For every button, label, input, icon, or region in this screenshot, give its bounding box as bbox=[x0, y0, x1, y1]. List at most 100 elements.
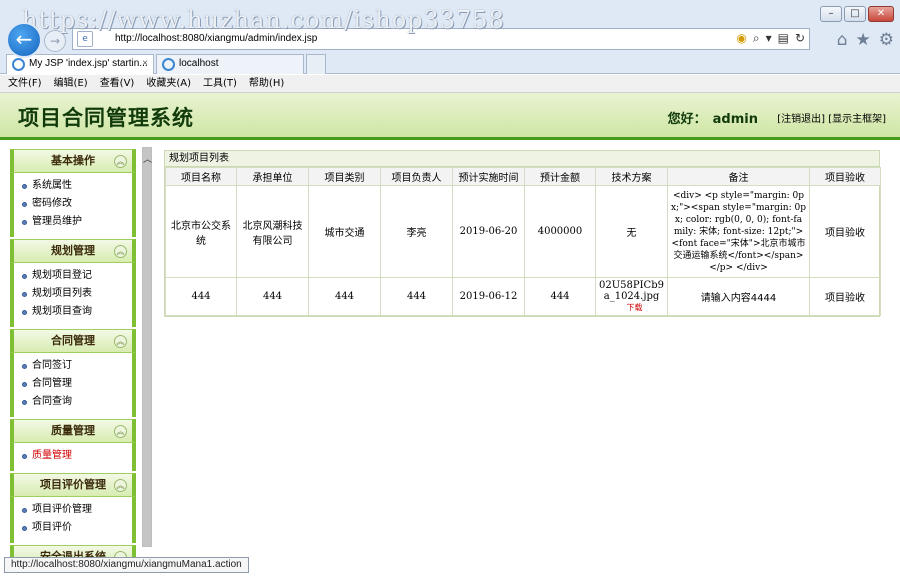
bullet-icon bbox=[22, 507, 27, 513]
bullet-icon bbox=[22, 201, 27, 207]
sidebar-item-label: 质量管理 bbox=[32, 450, 72, 461]
column-header: 项目类别 bbox=[308, 167, 381, 186]
sidebar-item-contract-query[interactable]: 合同查询 bbox=[22, 393, 132, 411]
window-controls: – □ ✕ bbox=[820, 6, 894, 22]
section-planning[interactable]: 规划管理 ︽ bbox=[10, 239, 136, 263]
sidebar: 基本操作 ︽ 系统属性 密码修改 管理员维护 规划管理 ︽ 规划项目登记 规划项… bbox=[10, 147, 136, 557]
back-arrow-icon[interactable]: ← bbox=[6, 22, 42, 58]
cell-unit: 北京风潮科技有限公司 bbox=[236, 185, 309, 278]
section-basic-ops[interactable]: 基本操作 ︽ bbox=[10, 149, 136, 173]
cell-amount: 4000000 bbox=[524, 185, 596, 278]
sidebar-item-system-props[interactable]: 系统属性 bbox=[22, 177, 132, 195]
ie-icon bbox=[162, 58, 175, 71]
tab-label: My JSP 'index.jsp' startin... bbox=[29, 58, 148, 69]
app-header: 项目合同管理系统 您好： admin [注销退出] [显示主框架] bbox=[0, 93, 900, 140]
sidebar-item-quality-manage[interactable]: 质量管理 bbox=[22, 447, 132, 465]
favorites-star-icon[interactable]: ★ bbox=[856, 30, 871, 50]
show-main-frame-link[interactable]: [显示主框架] bbox=[828, 114, 886, 125]
sidebar-item-label: 项目评价管理 bbox=[32, 504, 92, 515]
ie-icon bbox=[12, 58, 25, 71]
new-tab-button[interactable] bbox=[306, 54, 326, 74]
sidebar-item-label: 项目评价 bbox=[32, 522, 72, 533]
bullet-icon bbox=[22, 219, 27, 225]
sidebar-item-contract-sign[interactable]: 合同签订 bbox=[22, 357, 132, 375]
sidebar-item-label: 合同签订 bbox=[32, 360, 72, 371]
bullet-icon bbox=[22, 309, 27, 315]
section-contract[interactable]: 合同管理 ︽ bbox=[10, 329, 136, 353]
cell-leader: 李亮 bbox=[380, 185, 453, 278]
table-row: 北京市公交系统 北京风潮科技有限公司 城市交通 李亮 2019-06-20 40… bbox=[165, 185, 881, 278]
section-planning-body: 规划项目登记 规划项目列表 规划项目查询 bbox=[10, 263, 136, 327]
section-quality-body: 质量管理 bbox=[10, 443, 136, 471]
document-icon[interactable]: ▤ bbox=[778, 31, 789, 46]
column-header: 技术方案 bbox=[595, 167, 668, 186]
sidebar-item-label: 密码修改 bbox=[32, 198, 72, 209]
section-logout[interactable]: 安全退出系统 ︽ bbox=[10, 545, 136, 557]
search-icon[interactable]: ⌕ bbox=[753, 31, 760, 46]
menu-favorites[interactable]: 收藏夹(A) bbox=[146, 75, 191, 92]
address-url[interactable]: http://localhost:8080/xiangmu/admin/inde… bbox=[115, 33, 317, 44]
logout-link[interactable]: [注销退出] bbox=[777, 114, 825, 125]
collapse-icon[interactable]: ︽ bbox=[114, 155, 127, 168]
bullet-icon bbox=[22, 525, 27, 531]
sidebar-item-password[interactable]: 密码修改 bbox=[22, 195, 132, 213]
sidebar-item-label: 系统属性 bbox=[32, 180, 72, 191]
tab-label: localhost bbox=[179, 58, 219, 69]
status-bar-url: http://localhost:8080/xiangmu/xiangmuMan… bbox=[4, 557, 249, 573]
sidebar-item-plan-query[interactable]: 规划项目查询 bbox=[22, 303, 132, 321]
app-title: 项目合同管理系统 bbox=[18, 105, 194, 130]
column-header: 预计金额 bbox=[524, 167, 596, 186]
collapse-icon[interactable]: ︽ bbox=[114, 479, 127, 492]
cell-date: 2019-06-20 bbox=[452, 185, 525, 278]
cell-remark: <div> <p style="margin: 0px;"><span styl… bbox=[667, 185, 810, 278]
cell-amount: 444 bbox=[524, 277, 596, 316]
menu-edit[interactable]: 编辑(E) bbox=[54, 75, 88, 92]
accept-link[interactable]: 项目验收 bbox=[809, 185, 881, 278]
section-evaluation[interactable]: 项目评价管理 ︽ bbox=[10, 473, 136, 497]
tech-file-name: 02U58PICb9a_1024.jpg bbox=[599, 280, 664, 302]
menu-help[interactable]: 帮助(H) bbox=[249, 75, 284, 92]
sidebar-item-admin[interactable]: 管理员维护 bbox=[22, 213, 132, 231]
tab-localhost[interactable]: localhost bbox=[156, 54, 304, 74]
sidebar-item-eval-manage[interactable]: 项目评价管理 bbox=[22, 501, 132, 519]
column-header: 项目负责人 bbox=[380, 167, 453, 186]
cell-remark: 请输入内容4444 bbox=[667, 277, 810, 316]
gear-icon[interactable]: ⚙ bbox=[879, 30, 894, 50]
minimize-icon[interactable]: – bbox=[820, 6, 842, 22]
menu-tools[interactable]: 工具(T) bbox=[203, 75, 237, 92]
sidebar-item-plan-register[interactable]: 规划项目登记 bbox=[22, 267, 132, 285]
bullet-icon bbox=[22, 273, 27, 279]
sidebar-item-label: 管理员维护 bbox=[32, 216, 82, 227]
maximize-icon[interactable]: □ bbox=[844, 6, 866, 22]
collapse-icon[interactable]: ︽ bbox=[114, 335, 127, 348]
dropdown-icon[interactable]: ▾ bbox=[766, 31, 772, 46]
collapse-caret-icon[interactable]: ︿ bbox=[143, 152, 152, 165]
collapse-icon[interactable]: ︽ bbox=[114, 245, 127, 258]
menu-view[interactable]: 查看(V) bbox=[100, 75, 135, 92]
sidebar-item-plan-list[interactable]: 规划项目列表 bbox=[22, 285, 132, 303]
collapse-icon[interactable]: ︽ bbox=[114, 425, 127, 438]
menu-file[interactable]: 文件(F) bbox=[8, 75, 42, 92]
sidebar-item-eval[interactable]: 项目评价 bbox=[22, 519, 132, 537]
watermark: https://www.huzhan.com/ishop33758 bbox=[22, 6, 505, 34]
tab-close-icon[interactable]: × bbox=[142, 55, 148, 73]
accept-link[interactable]: 项目验收 bbox=[809, 277, 881, 316]
refresh-icon[interactable]: ↻ bbox=[795, 31, 805, 46]
close-icon[interactable]: ✕ bbox=[868, 6, 894, 22]
cell-name: 444 bbox=[165, 277, 237, 316]
column-header: 预计实施时间 bbox=[452, 167, 525, 186]
sidebar-item-contract-manage[interactable]: 合同管理 bbox=[22, 375, 132, 393]
home-icon[interactable]: ⌂ bbox=[837, 30, 848, 50]
compat-icon[interactable]: ◉ bbox=[736, 31, 746, 46]
section-quality[interactable]: 质量管理 ︽ bbox=[10, 419, 136, 443]
sidebar-item-label: 合同查询 bbox=[32, 396, 72, 407]
column-header: 备注 bbox=[667, 167, 810, 186]
frame-scrollbar[interactable] bbox=[142, 147, 152, 547]
cell-category: 444 bbox=[308, 277, 381, 316]
column-header: 项目验收 bbox=[809, 167, 881, 186]
greeting-label: 您好： bbox=[667, 112, 707, 127]
bullet-icon bbox=[22, 381, 27, 387]
cell-tech: 02U58PICb9a_1024.jpg下载 bbox=[595, 277, 668, 316]
cell-category: 城市交通 bbox=[308, 185, 381, 278]
download-link[interactable]: 下载 bbox=[627, 303, 643, 312]
